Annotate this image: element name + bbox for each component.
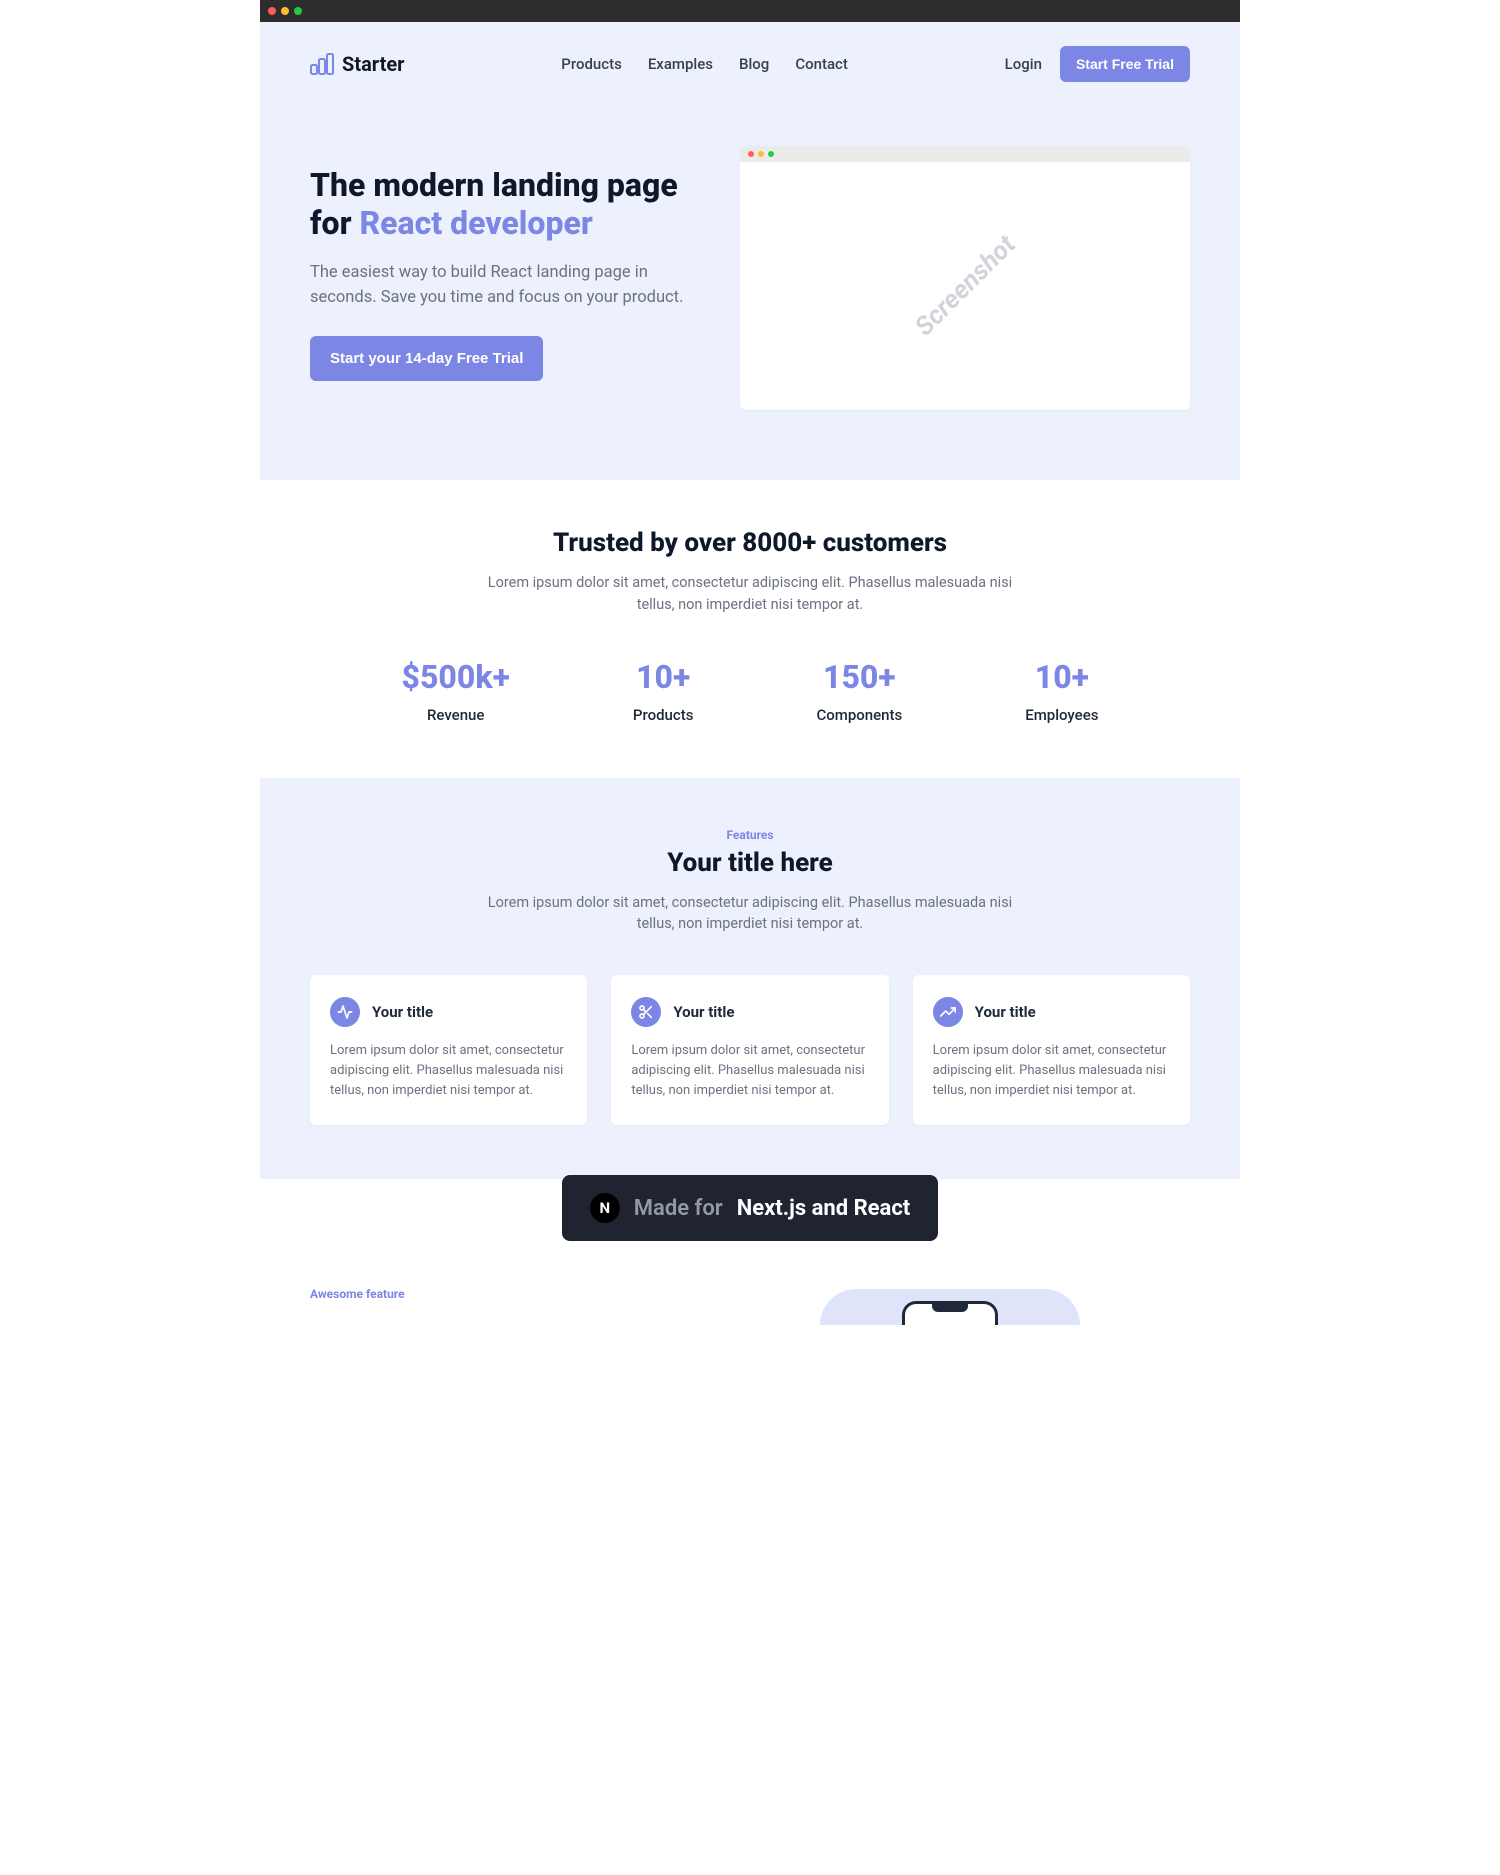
features-title: Your title here — [310, 848, 1190, 878]
stat-value: $500k+ — [402, 658, 510, 696]
feature-desc: Lorem ipsum dolor sit amet, consectetur … — [330, 1041, 567, 1101]
stat-item-employees: 10+ Employees — [1025, 658, 1098, 724]
hero-title: The modern landing page for React develo… — [310, 166, 710, 243]
badge-prefix: Made for — [634, 1196, 723, 1221]
brand-name: Starter — [342, 52, 405, 76]
nav-link-contact[interactable]: Contact — [795, 55, 848, 73]
mock-titlebar — [740, 146, 1190, 162]
features-eyebrow: Features — [310, 828, 1190, 842]
scissors-icon — [631, 997, 661, 1027]
stat-label: Revenue — [402, 706, 510, 724]
screenshot-placeholder: Screenshot — [909, 230, 1021, 342]
trending-up-icon — [933, 997, 963, 1027]
window-titlebar — [260, 0, 1240, 22]
feature-desc: Lorem ipsum dolor sit amet, consectetur … — [631, 1041, 868, 1101]
stat-value: 10+ — [633, 658, 694, 696]
features-subtitle: Lorem ipsum dolor sit amet, consectetur … — [470, 892, 1030, 936]
stat-item-revenue: $500k+ Revenue — [402, 658, 510, 724]
badge-main: Next.js and React — [737, 1196, 911, 1221]
nav-link-blog[interactable]: Blog — [739, 55, 769, 73]
hero-section: Starter Products Examples Blog Contact L… — [260, 22, 1240, 480]
minimize-icon — [758, 151, 764, 157]
screenshot-preview: Screenshot — [740, 146, 1190, 410]
stat-label: Products — [633, 706, 694, 724]
stat-label: Employees — [1025, 706, 1098, 724]
nextjs-icon: N — [590, 1193, 620, 1223]
feature-card: Your title Lorem ipsum dolor sit amet, c… — [611, 975, 888, 1125]
hero-cta-button[interactable]: Start your 14-day Free Trial — [310, 336, 543, 381]
nav-right: Login Start Free Trial — [1005, 46, 1190, 82]
nav-link-examples[interactable]: Examples — [648, 55, 713, 73]
activity-icon — [330, 997, 360, 1027]
stats-section: Trusted by over 8000+ customers Lorem ip… — [260, 480, 1240, 778]
stat-value: 10+ — [1025, 658, 1098, 696]
features-section: Features Your title here Lorem ipsum dol… — [260, 778, 1240, 1180]
nav-links: Products Examples Blog Contact — [561, 55, 848, 73]
minimize-icon[interactable] — [281, 7, 289, 15]
hero-subtitle: The easiest way to build React landing p… — [310, 261, 710, 311]
login-link[interactable]: Login — [1005, 55, 1042, 73]
stat-item-components: 150+ Components — [816, 658, 902, 724]
feature-card: Your title Lorem ipsum dolor sit amet, c… — [913, 975, 1190, 1125]
stat-item-products: 10+ Products — [633, 658, 694, 724]
feature-desc: Lorem ipsum dolor sit amet, consectetur … — [933, 1041, 1170, 1101]
feature-title: Your title — [673, 1003, 734, 1021]
hero-title-line1: The modern landing page — [310, 166, 678, 204]
stats-subtitle: Lorem ipsum dolor sit amet, consectetur … — [470, 572, 1030, 616]
main-nav: Starter Products Examples Blog Contact L… — [310, 40, 1190, 88]
phone-illustration — [260, 1289, 1240, 1325]
feature-card: Your title Lorem ipsum dolor sit amet, c… — [310, 975, 587, 1125]
brand[interactable]: Starter — [310, 52, 405, 76]
nav-link-products[interactable]: Products — [561, 55, 622, 73]
close-icon — [748, 151, 754, 157]
hero-title-accent: React developer — [359, 204, 592, 242]
zoom-icon[interactable] — [294, 7, 302, 15]
start-trial-button[interactable]: Start Free Trial — [1060, 46, 1190, 82]
stats-grid: $500k+ Revenue 10+ Products 150+ Compone… — [310, 658, 1190, 724]
stats-title: Trusted by over 8000+ customers — [310, 528, 1190, 558]
stat-value: 150+ — [816, 658, 902, 696]
features-grid: Your title Lorem ipsum dolor sit amet, c… — [310, 975, 1190, 1125]
stat-label: Components — [816, 706, 902, 724]
feature-title: Your title — [975, 1003, 1036, 1021]
zoom-icon — [768, 151, 774, 157]
bar-chart-icon — [310, 53, 334, 75]
hero-title-line2-prefix: for — [310, 204, 359, 242]
feature-title: Your title — [372, 1003, 433, 1021]
bottom-section: N Made for Next.js and React Awesome fea… — [260, 1179, 1240, 1355]
close-icon[interactable] — [268, 7, 276, 15]
made-for-badge[interactable]: N Made for Next.js and React — [562, 1175, 938, 1241]
